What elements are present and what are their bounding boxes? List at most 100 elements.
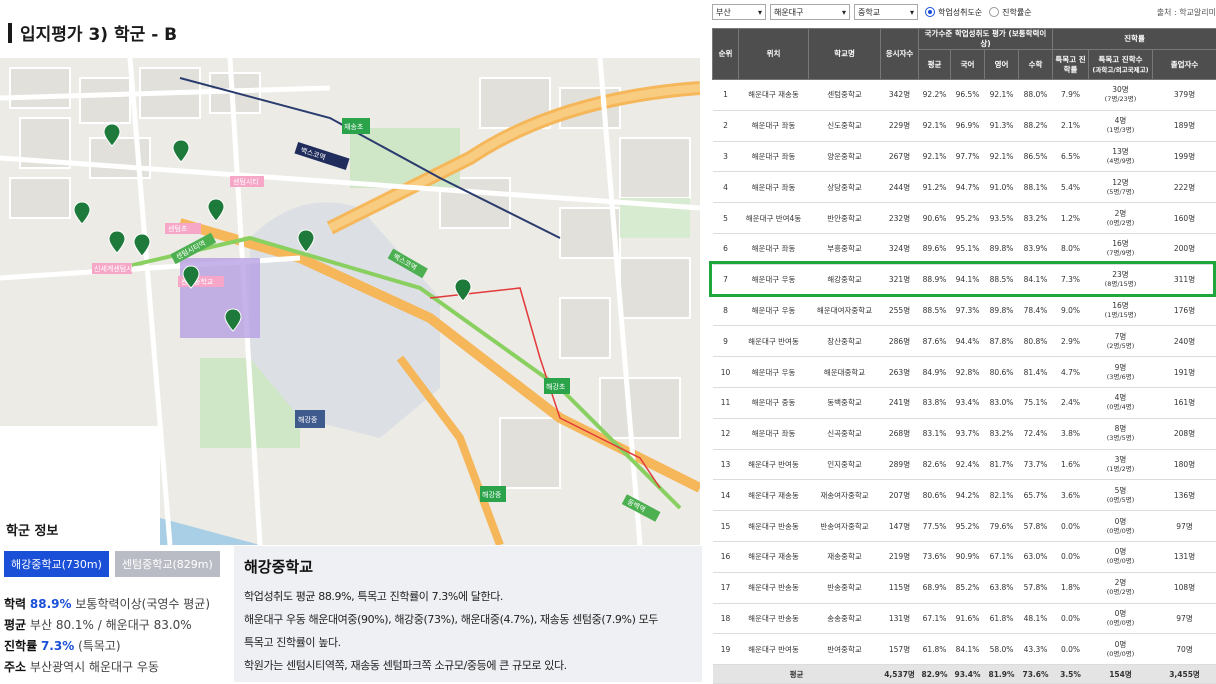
table-cell: 161명 [1152,387,1216,419]
table-row[interactable]: 4 해운대구 좌동 상당중학교 244명 91.2% 94.7% 91.0% 88.1% 5.4… [712,171,1216,204]
table-cell: 67.1% [984,541,1019,573]
table-cell: 81.7% [984,449,1019,481]
header-location: 위치 [738,28,809,80]
table-row[interactable]: 18 해운대구 반송동 송송중학교 131명 67.1% 91.6% 61.8% 48.1% 0… [712,603,1216,635]
table-cell: 센텀중학교 [808,79,881,111]
table-cell: 1.6% [1052,449,1089,481]
table-cell: 91.6% [950,603,985,635]
table-cell: 96.5% [950,79,985,111]
table-cell: 91.0% [984,171,1019,204]
table-cell: 61.8% [918,633,951,666]
table-cell: 70명 [1152,633,1216,666]
table-cell: 80.6% [918,479,951,512]
table-cell: 3.6% [1052,479,1089,512]
level-select[interactable]: 중학교 ▾ [854,4,918,20]
table-cell: 87.6% [918,325,951,358]
tab-centum[interactable]: 센텀중학교(829m) [114,551,220,577]
table-row[interactable]: 13 해운대구 반여동 인지중학교 289명 82.6% 92.4% 81.7% 73.7% 1… [712,449,1216,481]
table-cell: 7명 (2명/5명) [1088,325,1153,358]
table-cell: 58.0% [984,633,1019,666]
table-cell: 2.1% [1052,110,1089,142]
map-canvas[interactable]: 벡스코역 센텀시티역 동백역 벡스코역 센텀시티 센텀초 센텀중학교 신세계센텀… [0,58,700,545]
description-line: 특목고 진학률이 높다. [244,636,341,649]
table-cell: 7 [712,264,739,296]
sort-advancement-radio[interactable]: 진학률순 [989,7,1032,18]
table-cell: 해운대구 좌동 [738,110,809,142]
filter-controls: 부산 ▾ 해운대구 ▾ 중학교 ▾ 학업성취도순 진학률순 출처 : 학교알리미 [712,3,1216,21]
table-cell: 14 [712,479,739,512]
table-cell: 8 [712,295,739,327]
tab-haegang[interactable]: 해강중학교(730m) [4,551,109,577]
table-cell: 72.4% [1018,418,1053,450]
table-cell: 0명 (0명/0명) [1088,510,1153,542]
district-select[interactable]: 해운대구 ▾ [770,4,850,20]
description-line: 학업성취도 평균 88.9%, 특목고 진학률이 7.3%에 달한다. [244,590,504,603]
table-cell: 244명 [880,171,919,204]
table-row[interactable]: 11 해운대구 중동 동백중학교 241명 83.8% 93.4% 83.0% 75.1% 2.… [712,387,1216,419]
table-cell: 5.4% [1052,171,1089,204]
table-row[interactable]: 3 해운대구 좌동 양운중학교 267명 92.1% 97.7% 92.1% 86.5% 6.5… [712,141,1216,173]
table-cell: 200명 [1152,233,1216,265]
table-cell: 75.1% [1018,387,1053,419]
table-row[interactable]: 9 해운대구 반여동 장산중학교 286명 87.6% 94.4% 87.8% 80.8% 2.… [712,325,1216,358]
header-grads: 졸업자수 [1151,49,1216,80]
table-row[interactable]: 12 해운대구 좌동 신곡중학교 268명 83.1% 93.7% 83.2% 72.4% 3.… [712,418,1216,450]
table-row[interactable]: 15 해운대구 반송동 반송여자중학교 147명 77.5% 95.2% 79.6% 57.8… [712,510,1216,542]
table-cell: 해운대구 우동 [738,295,809,327]
table-cell: 92.1% [918,110,951,142]
school-ranking-table: 순위 위치 학교명 응시자수 국가수준 학업성취도 평가 (보통학력이상) 진학… [712,28,1216,684]
table-row[interactable]: 6 해운대구 좌동 부흥중학교 324명 89.6% 95.1% 89.8% 83.9% 8.0… [712,233,1216,265]
school-map[interactable]: 벡스코역 센텀시티역 동백역 벡스코역 센텀시티 센텀초 센텀중학교 신세계센텀… [0,58,700,545]
table-cell: 13명 (4명/9명) [1088,141,1153,173]
table-cell: 379명 [1152,79,1216,111]
table-row[interactable]: 5 해운대구 반여4동 반안중학교 232명 90.6% 95.2% 93.5% 83.2% 1… [712,202,1216,234]
table-cell: 89.6% [918,233,951,265]
table-cell: 1 [712,79,739,111]
table-cell: 동백중학교 [808,387,881,419]
city-select[interactable]: 부산 ▾ [712,4,766,20]
table-cell: 상당중학교 [808,171,881,204]
table-cell: 77.5% [918,510,951,542]
table-cell: 양운중학교 [808,141,881,173]
table-cell: 115명 [880,572,919,604]
table-cell: 해운대구 좌동 [738,233,809,265]
table-cell: 321명 [880,264,919,296]
map-school-label: 해강초 [546,382,566,391]
table-row[interactable]: 7 해운대구 우동 해강중학교 321명 88.9% 94.1% 88.5% 84.1% 7.3… [712,264,1216,296]
table-cell: 176명 [1152,295,1216,327]
table-cell: 해운대구 중동 [738,387,809,419]
sort-achievement-radio[interactable]: 학업성취도순 [925,7,982,18]
table-row[interactable]: 14 해운대구 재송동 재송여자중학교 207명 80.6% 94.2% 82.1% 65.7… [712,479,1216,512]
table-cell: 92.1% [984,79,1019,111]
table-row[interactable]: 10 해운대구 우동 해운대중학교 263명 84.9% 92.8% 80.6% 81.4% 4… [712,356,1216,388]
table-row[interactable]: 2 해운대구 좌동 신도중학교 229명 92.1% 96.9% 91.3% 88.2% 2.1… [712,110,1216,142]
table-cell: 199명 [1152,141,1216,173]
table-cell: 4명 (0명/4명) [1088,387,1153,419]
table-row[interactable]: 17 해운대구 반송동 반송중학교 115명 68.9% 85.2% 63.8% 57.8% 1… [712,572,1216,604]
table-cell: 83.9% [1018,233,1053,265]
map-school-label: 해강중 [482,490,502,499]
table-cell: 해운대구 재송동 [738,79,809,111]
table-row[interactable]: 8 해운대구 우동 해운대여자중학교 255명 88.5% 97.3% 89.8% 78.4%… [712,295,1216,327]
table-row[interactable]: 1 해운대구 재송동 센텀중학교 342명 92.2% 96.5% 92.1% 88.0% 7.… [712,79,1216,111]
header-school: 학교명 [808,28,881,80]
title-bar-decoration [8,22,12,43]
table-cell: 94.7% [950,171,985,204]
table-cell: 90.6% [918,202,951,234]
table-row[interactable]: 19 해운대구 반여동 반여중학교 157명 61.8% 84.1% 58.0% 43.3% 0… [712,633,1216,666]
table-row[interactable]: 16 해운대구 재송동 재송중학교 219명 73.6% 90.9% 67.1% 63.0% 0… [712,541,1216,573]
table-cell: 2.4% [1052,387,1089,419]
table-cell: 93.4% [950,387,985,419]
table-cell: 88.2% [1018,110,1053,142]
table-cell: 289명 [880,449,919,481]
table-cell: 93.7% [950,418,985,450]
table-cell: 82.1% [984,479,1019,512]
stat-rate: 학력 88.9% 보통학력이상(국영수 평균) [4,597,211,611]
table-cell: 207명 [880,479,919,512]
table-cell: 342명 [880,79,919,111]
table-cell: 0명 (0명/0명) [1088,603,1153,635]
table-cell: 반송중학교 [808,572,881,604]
table-cell: 108명 [1152,572,1216,604]
table-cell: 부흥중학교 [808,233,881,265]
school-description: 해강중학교 학업성취도 평균 88.9%, 특목고 진학률이 7.3%에 달한다… [234,546,702,682]
